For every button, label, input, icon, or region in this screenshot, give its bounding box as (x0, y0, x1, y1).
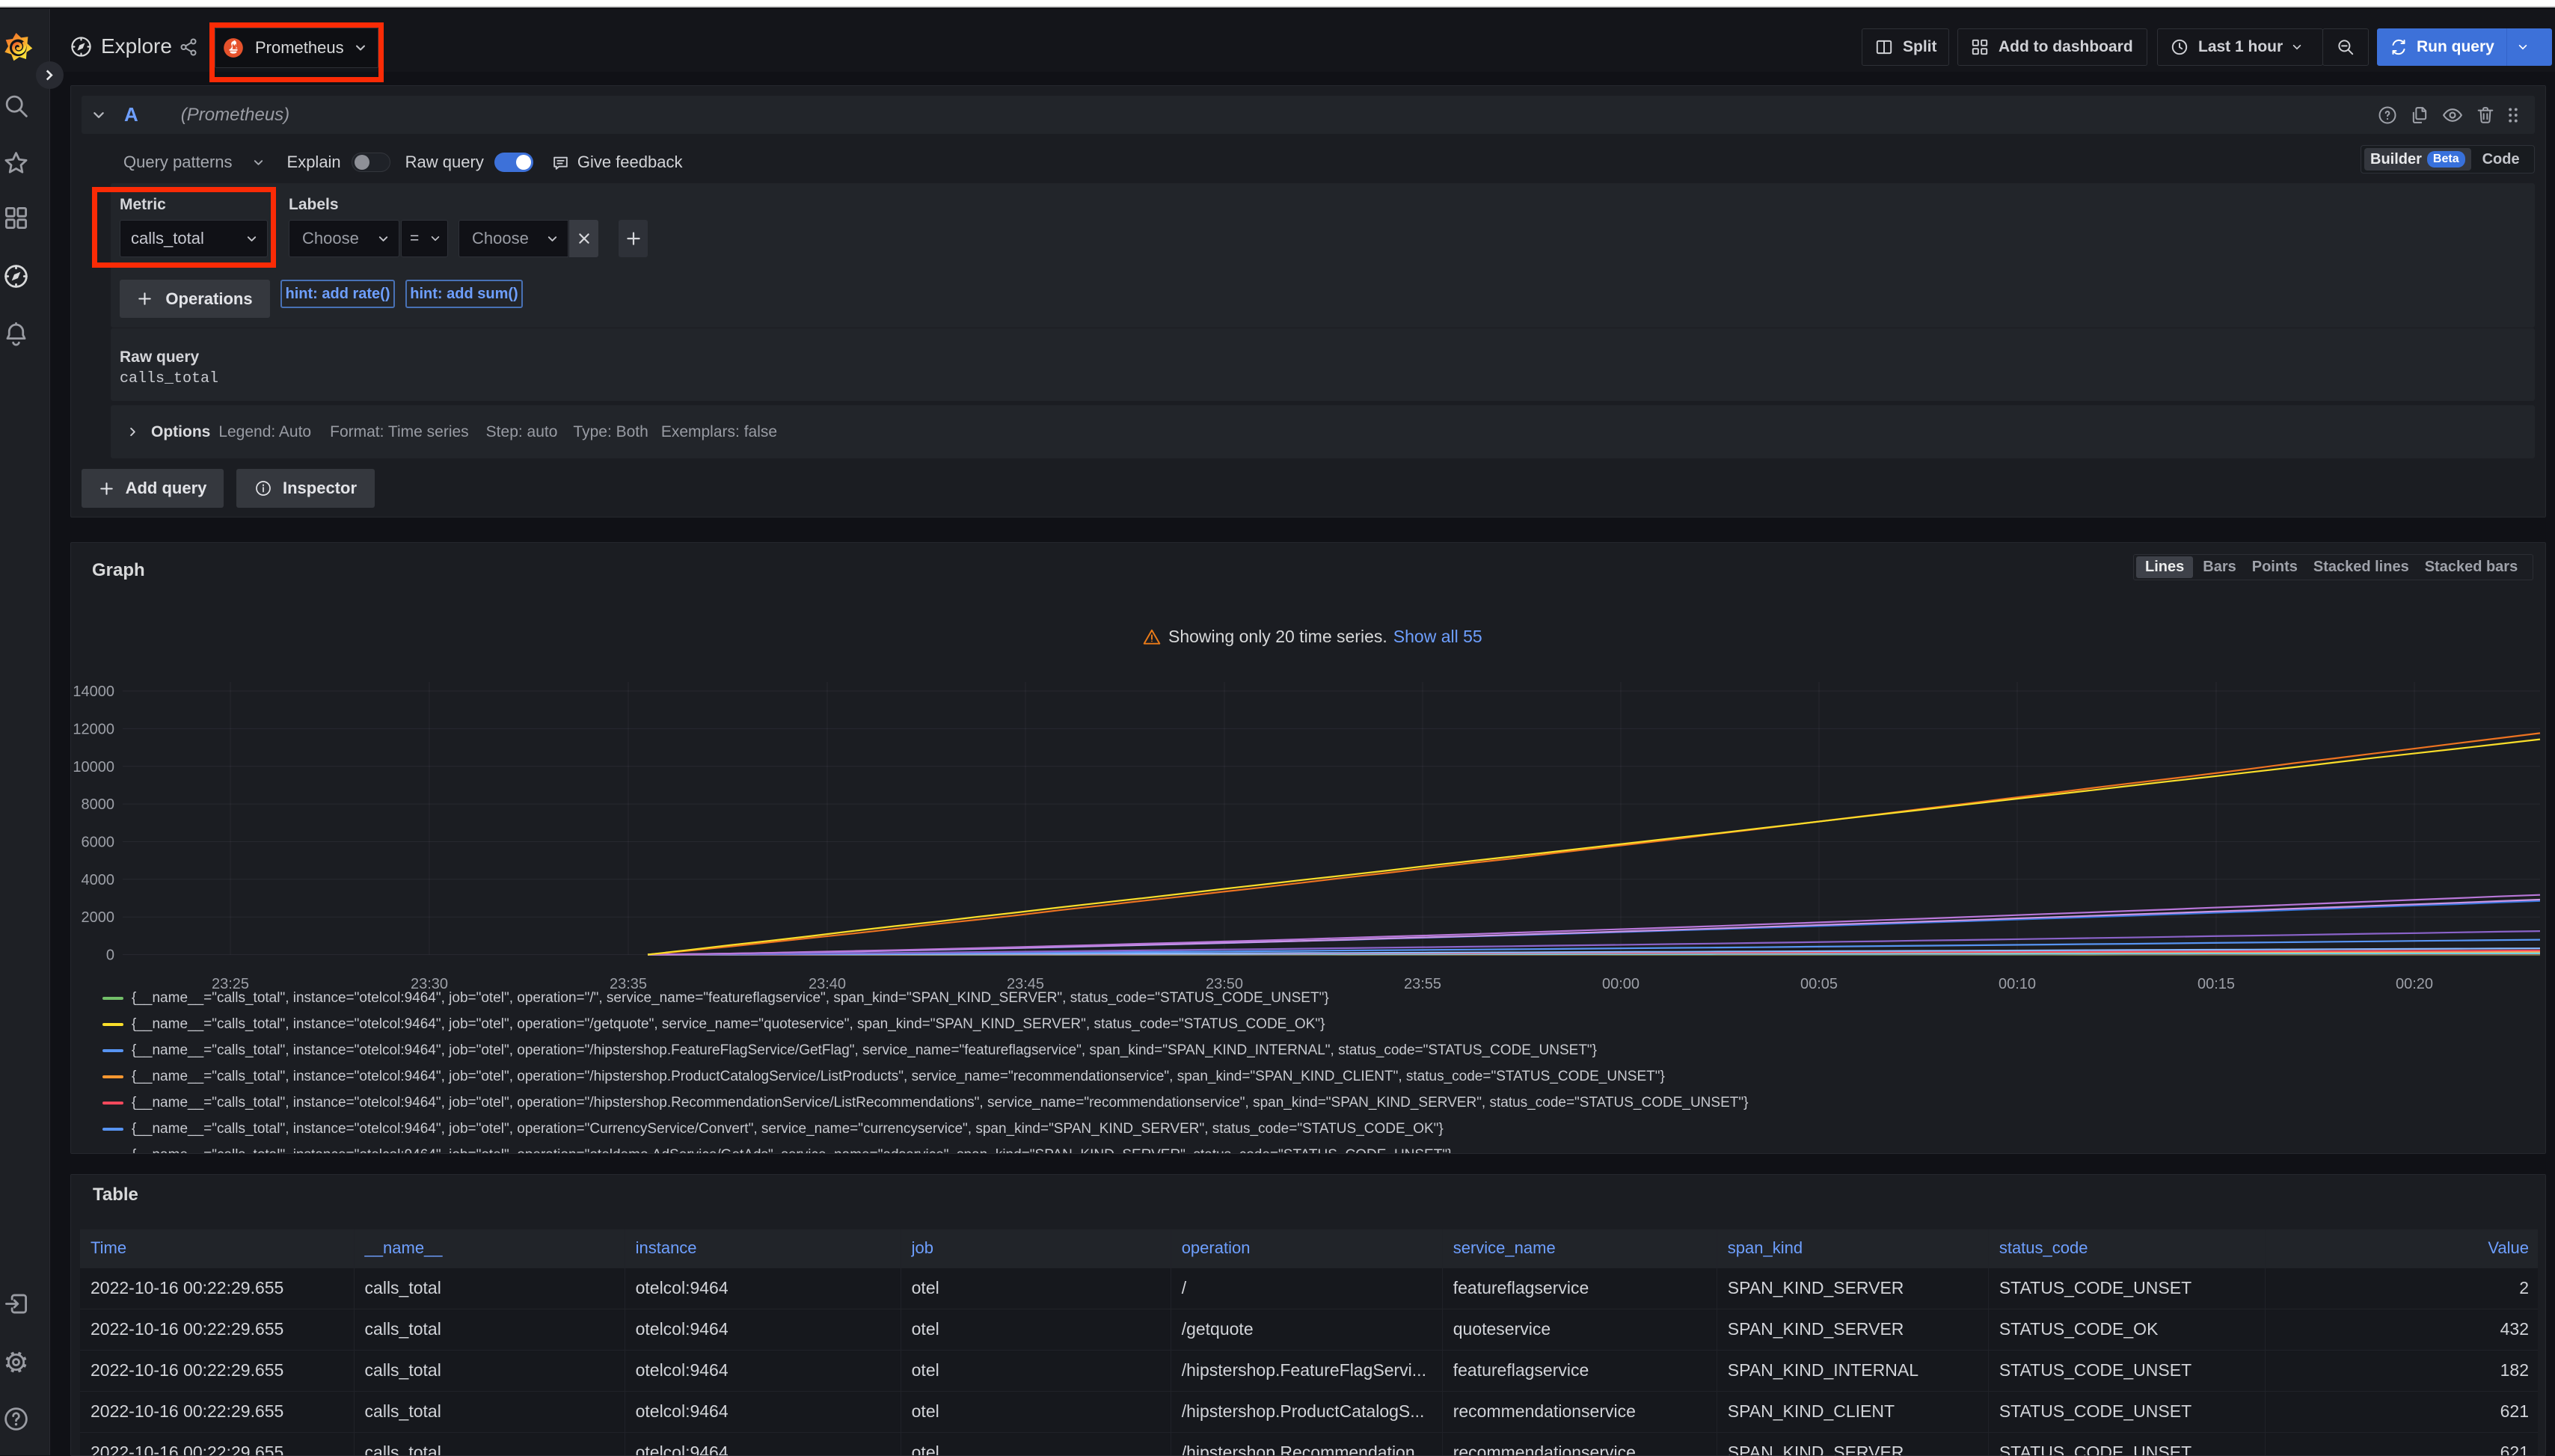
svg-text:12000: 12000 (73, 721, 114, 737)
svg-text:14000: 14000 (73, 684, 114, 700)
svg-text:4000: 4000 (82, 872, 115, 888)
svg-text:10000: 10000 (73, 759, 114, 775)
svg-text:6000: 6000 (82, 835, 115, 851)
svg-text:8000: 8000 (82, 796, 115, 813)
svg-text:2000: 2000 (82, 909, 115, 926)
svg-text:0: 0 (106, 947, 114, 964)
